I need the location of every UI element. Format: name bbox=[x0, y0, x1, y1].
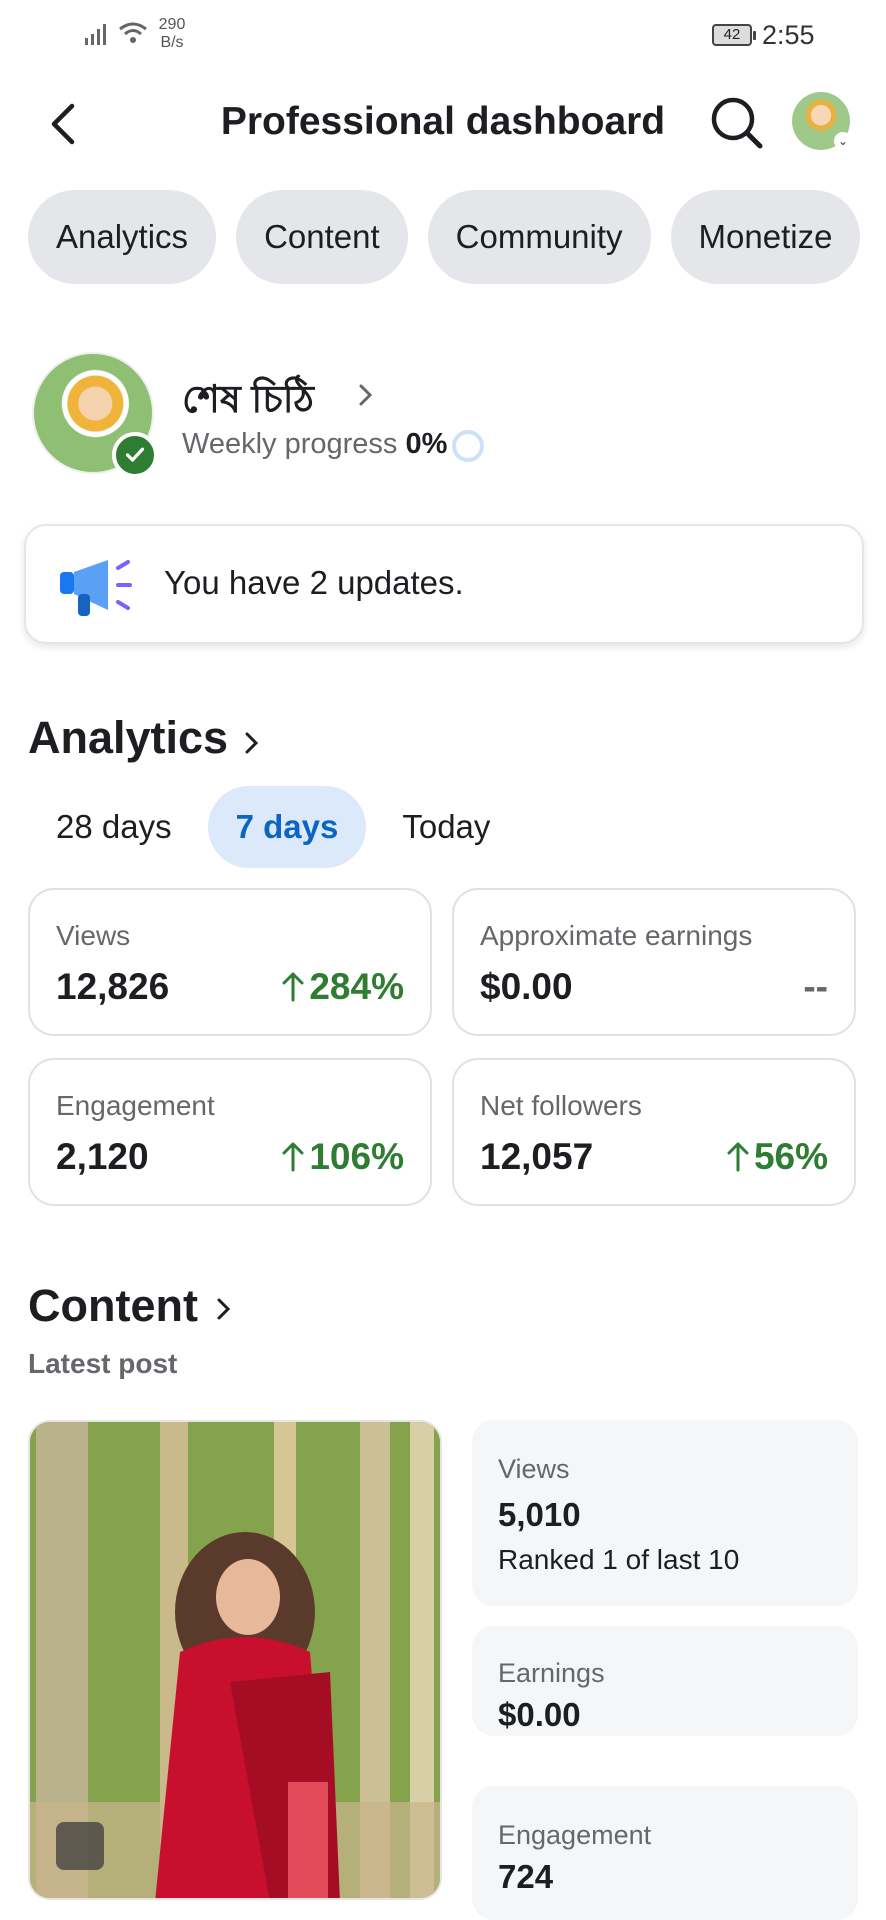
stat-label: Approximate earnings bbox=[480, 920, 753, 951]
stat-card-approximate-earnings[interactable]: Approximate earnings $0.00 -- bbox=[452, 888, 856, 1036]
content-section-title[interactable]: Content bbox=[28, 1280, 198, 1332]
stat-card-engagement[interactable]: Engagement 2,120 106% bbox=[28, 1058, 432, 1206]
metric-label: Earnings bbox=[498, 1658, 605, 1688]
metric-label: Views bbox=[498, 1454, 570, 1484]
arrow-up-icon bbox=[282, 1142, 304, 1172]
arrow-up-icon bbox=[282, 972, 304, 1002]
stat-change-value: 284% bbox=[309, 966, 404, 1007]
gallery-icon bbox=[56, 1822, 104, 1870]
metric-rank: Ranked 1 of last 10 bbox=[498, 1544, 740, 1575]
range-7-days[interactable]: 7 days bbox=[207, 786, 367, 868]
stat-label: Engagement bbox=[56, 1090, 215, 1121]
stat-change: 106% bbox=[281, 1136, 404, 1178]
stat-value: 12,826 bbox=[56, 966, 170, 1007]
stat-value: 12,057 bbox=[480, 1136, 594, 1177]
chevron-right-icon[interactable] bbox=[214, 1294, 234, 1324]
clock: 2:55 bbox=[762, 20, 815, 50]
stat-value: 2,120 bbox=[56, 1136, 149, 1177]
tab-community[interactable]: Community bbox=[427, 190, 651, 284]
updates-card[interactable]: You have 2 updates. bbox=[24, 524, 864, 644]
tab-analytics[interactable]: Analytics bbox=[28, 190, 217, 284]
analytics-section-title[interactable]: Analytics bbox=[28, 712, 228, 764]
signal-icon bbox=[85, 24, 106, 45]
stat-change: 284% bbox=[281, 966, 404, 1008]
metric-card-views[interactable]: Views 5,010 Ranked 1 of last 10 bbox=[472, 1420, 858, 1606]
date-range-selector: 28 days 7 days Today bbox=[28, 786, 518, 868]
stat-card-views[interactable]: Views 12,826 284% bbox=[28, 888, 432, 1036]
weekly-progress: Weekly progress 0% bbox=[182, 428, 447, 461]
range-28-days[interactable]: 28 days bbox=[28, 786, 200, 868]
tab-monetize[interactable]: Monetize bbox=[670, 190, 861, 284]
weekly-progress-label: Weekly progress bbox=[182, 428, 398, 460]
stat-change: 56% bbox=[726, 1136, 828, 1178]
progress-ring-icon bbox=[452, 430, 484, 462]
battery-icon: 42 bbox=[712, 24, 756, 46]
stat-value: $0.00 bbox=[480, 966, 573, 1007]
range-today[interactable]: Today bbox=[374, 786, 518, 868]
arrow-up-icon bbox=[727, 1142, 749, 1172]
latest-post-label: Latest post bbox=[28, 1348, 178, 1379]
stat-change-value: -- bbox=[803, 966, 828, 1007]
latest-post-thumbnail[interactable] bbox=[28, 1420, 442, 1900]
wifi-icon bbox=[119, 22, 147, 43]
header: Professional dashboard ⌄ bbox=[0, 80, 886, 166]
stat-change: -- bbox=[803, 966, 828, 1008]
search-icon[interactable] bbox=[706, 92, 766, 152]
stat-change-value: 106% bbox=[309, 1136, 404, 1177]
metric-value: 724 bbox=[498, 1858, 554, 1895]
megaphone-icon bbox=[60, 560, 132, 616]
profile-name[interactable]: শেষ চিঠি bbox=[182, 370, 314, 434]
verified-check-icon bbox=[112, 432, 158, 478]
stat-label: Views bbox=[56, 920, 131, 951]
metric-card-earnings[interactable]: Earnings $0.00 bbox=[472, 1626, 858, 1736]
chevron-right-icon[interactable] bbox=[356, 380, 376, 410]
stat-card-net-followers[interactable]: Net followers 12,057 56% bbox=[452, 1058, 856, 1206]
metric-card-engagement[interactable]: Engagement 724 bbox=[472, 1786, 858, 1920]
updates-text: You have 2 updates. bbox=[164, 564, 464, 601]
stat-change-value: 56% bbox=[753, 1136, 828, 1177]
stat-label: Net followers bbox=[480, 1090, 642, 1121]
metric-value: $0.00 bbox=[498, 1696, 581, 1733]
metric-value: 5,010 bbox=[498, 1496, 581, 1533]
status-bar: 290 B/s 42 2:55 bbox=[0, 0, 886, 70]
metric-label: Engagement bbox=[498, 1820, 652, 1850]
chevron-down-icon[interactable]: ⌄ bbox=[834, 132, 852, 150]
weekly-progress-value: 0% bbox=[405, 428, 448, 460]
tab-content[interactable]: Content bbox=[236, 190, 408, 284]
chevron-right-icon[interactable] bbox=[242, 728, 262, 758]
network-speed: 290 B/s bbox=[158, 16, 186, 51]
section-tabs: Analytics Content Community Monetize bbox=[28, 190, 861, 284]
